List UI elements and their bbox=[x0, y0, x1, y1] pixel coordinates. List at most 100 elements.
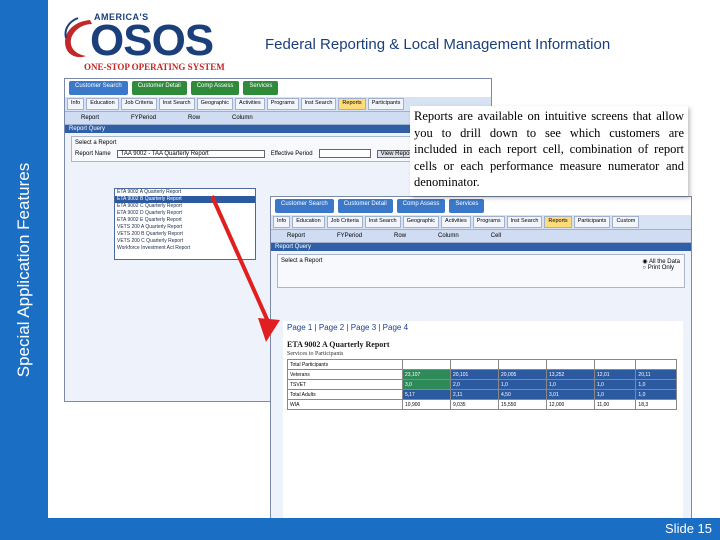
table-cell[interactable] bbox=[498, 359, 547, 370]
col-fyperiod: FYPeriod bbox=[131, 115, 157, 121]
dropdown-item[interactable]: VETS 200 C Quarterly Report bbox=[115, 238, 255, 245]
tab-activities[interactable]: Activities bbox=[441, 216, 471, 228]
table-row: Total Participants bbox=[287, 359, 677, 370]
table-cell[interactable]: 20,11 bbox=[635, 369, 677, 380]
table-cell[interactable]: 13,252 bbox=[546, 369, 595, 380]
col-cell: Cell bbox=[490, 233, 502, 239]
tab-inst-search-2[interactable]: Inst Search bbox=[300, 98, 337, 110]
period-select[interactable] bbox=[318, 149, 371, 158]
tab-job-criteria[interactable]: Job Criteria bbox=[120, 98, 157, 110]
table-cell[interactable]: 3,0 bbox=[402, 379, 451, 390]
dropdown-item[interactable]: ETA 9002 D Quarterly Report bbox=[115, 210, 255, 217]
table-cell[interactable]: 1,0 bbox=[593, 389, 637, 400]
table-cell[interactable] bbox=[546, 359, 595, 370]
table-cell[interactable]: 1,0 bbox=[635, 379, 677, 390]
tab-inst-search[interactable]: Inst Search bbox=[364, 216, 401, 228]
table-cell[interactable]: 12,000 bbox=[546, 399, 595, 410]
table-row: TSVET 3,0 2,0 1,0 1,0 1,0 1,0 bbox=[287, 379, 677, 390]
table-cell[interactable]: 11,00 bbox=[593, 399, 637, 410]
page-link-2[interactable]: Page 2 bbox=[319, 323, 344, 332]
col-row: Row bbox=[394, 233, 407, 239]
tab-geographic[interactable]: Geographic bbox=[196, 98, 234, 110]
radio-all-data[interactable]: ◉ All the Data bbox=[642, 258, 680, 265]
table-cell[interactable]: 5,17 bbox=[402, 389, 451, 400]
tab-info[interactable]: Info bbox=[67, 98, 85, 110]
table-cell[interactable]: 4,50 bbox=[498, 389, 547, 400]
tab-row: Info Education Job Criteria Inst Search … bbox=[271, 215, 691, 229]
table-cell[interactable]: 3,01 bbox=[546, 389, 595, 400]
tab-education[interactable]: Education bbox=[86, 98, 119, 110]
tab-reports[interactable]: Reports bbox=[338, 98, 366, 110]
tab-reports[interactable]: Reports bbox=[544, 216, 572, 228]
tab-activities[interactable]: Activities bbox=[235, 98, 265, 110]
table-cell[interactable]: 20,005 bbox=[498, 369, 547, 380]
table-cell[interactable]: 1,0 bbox=[546, 379, 595, 390]
col-column: Column bbox=[438, 233, 459, 239]
report-name-label: Report Name bbox=[75, 150, 111, 157]
report-results-screenshot: Customer Search Customer Detail Comp Ass… bbox=[270, 196, 692, 522]
tab-participants[interactable]: Participants bbox=[573, 216, 611, 228]
report-table: Total Participants Veterans 23,107 20,10… bbox=[287, 359, 677, 410]
dropdown-item[interactable]: ETA 9002 E Quarterly Report bbox=[115, 217, 255, 224]
table-cell[interactable]: 20,101 bbox=[450, 369, 499, 380]
table-row: WIA 10,900 9,035 15,550 12,000 11,00 18,… bbox=[287, 399, 677, 410]
tab-inst-search[interactable]: Inst Search bbox=[158, 98, 195, 110]
section-header: Report Query bbox=[271, 243, 691, 251]
top-nav: Customer Search Customer Detail Comp Ass… bbox=[271, 197, 691, 215]
table-cell[interactable]: 1,0 bbox=[593, 379, 637, 390]
panel-label: Select a Report bbox=[281, 258, 323, 264]
tab-geographic[interactable]: Geographic bbox=[402, 216, 440, 228]
dropdown-item[interactable]: VETS 200 A Quarterly Report bbox=[115, 224, 255, 231]
osos-logo: AMERICA'S OSOS ONE-STOP OPERATING SYSTEM bbox=[60, 10, 235, 72]
nav-services[interactable]: Services bbox=[243, 81, 279, 95]
dropdown-item[interactable]: Workforce Investment Act Report bbox=[115, 245, 255, 252]
dropdown-item[interactable]: ETA 9002 A Quarterly Report bbox=[115, 189, 255, 196]
table-row: Veterans 23,107 20,101 20,005 13,252 12,… bbox=[287, 369, 677, 380]
table-cell[interactable]: 1,0 bbox=[635, 389, 677, 400]
page-link-3[interactable]: Page 3 bbox=[351, 323, 376, 332]
table-cell[interactable]: 15,550 bbox=[498, 399, 547, 410]
dropdown-item[interactable]: ETA 9002 B Quarterly Report bbox=[115, 196, 255, 203]
report-name-select[interactable]: TAA 9002 - TAA Quarterly Report bbox=[116, 149, 265, 158]
nav-customer-detail[interactable]: Customer Detail bbox=[337, 199, 393, 213]
table-cell[interactable]: 1,0 bbox=[498, 379, 547, 390]
page-link-4[interactable]: Page 4 bbox=[383, 323, 408, 332]
radio-print-only[interactable]: ○ Print Only bbox=[642, 265, 680, 271]
table-cell[interactable] bbox=[593, 359, 637, 370]
page-link-1[interactable]: Page 1 bbox=[287, 323, 312, 332]
nav-comp-assess[interactable]: Comp Assess bbox=[396, 199, 446, 213]
tab-inst-search-2[interactable]: Inst Search bbox=[506, 216, 543, 228]
logo-subtitle: ONE-STOP OPERATING SYSTEM bbox=[84, 62, 225, 72]
page-title: Federal Reporting & Local Management Inf… bbox=[265, 36, 611, 53]
table-cell[interactable] bbox=[450, 359, 499, 370]
nav-services[interactable]: Services bbox=[449, 199, 485, 213]
tab-job-criteria[interactable]: Job Criteria bbox=[326, 216, 363, 228]
callout-text: Reports are available on intuitive scree… bbox=[414, 109, 684, 189]
report-dropdown-list[interactable]: ETA 9002 A Quarterly Report ETA 9002 B Q… bbox=[114, 188, 256, 260]
tab-participants[interactable]: Participants bbox=[367, 98, 405, 110]
table-cell[interactable]: 12,01 bbox=[593, 369, 637, 380]
table-cell[interactable]: 18,3 bbox=[635, 399, 677, 410]
radio-print-only-label: Print Only bbox=[647, 265, 675, 271]
tab-custom[interactable]: Custom bbox=[612, 216, 640, 228]
nav-customer-search[interactable]: Customer Search bbox=[275, 199, 334, 213]
table-cell[interactable]: 10,900 bbox=[402, 399, 451, 410]
tab-info[interactable]: Info bbox=[273, 216, 291, 228]
period-label: Effective Period bbox=[270, 150, 313, 157]
tab-education[interactable]: Education bbox=[292, 216, 325, 228]
table-cell[interactable] bbox=[402, 359, 451, 370]
dropdown-item[interactable]: VETS 200 B Quarterly Report bbox=[115, 231, 255, 238]
nav-comp-assess[interactable]: Comp Assess bbox=[190, 81, 240, 95]
tab-programs[interactable]: Programs bbox=[266, 98, 299, 110]
table-cell[interactable]: 2,11 bbox=[450, 389, 499, 400]
table-cell[interactable]: 23,107 bbox=[402, 369, 451, 380]
col-fyperiod: FYPeriod bbox=[337, 233, 363, 239]
dropdown-item[interactable]: ETA 9002 C Quarterly Report bbox=[115, 203, 255, 210]
col-column: Column bbox=[232, 115, 253, 121]
table-cell[interactable] bbox=[635, 359, 677, 370]
tab-programs[interactable]: Programs bbox=[472, 216, 505, 228]
table-cell[interactable]: 2,0 bbox=[450, 379, 499, 390]
table-cell[interactable]: 9,035 bbox=[450, 399, 499, 410]
nav-customer-search[interactable]: Customer Search bbox=[69, 81, 128, 95]
nav-customer-detail[interactable]: Customer Detail bbox=[131, 81, 187, 95]
